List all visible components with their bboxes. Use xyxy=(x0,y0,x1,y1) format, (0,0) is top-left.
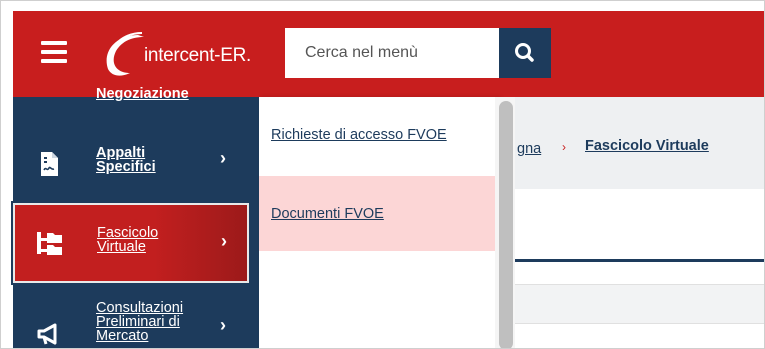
hamburger-menu-icon[interactable] xyxy=(41,41,67,63)
megaphone-icon xyxy=(37,323,57,345)
breadcrumb-separator: › xyxy=(562,140,566,154)
sidebar-item-label: Fascicolo Virtuale xyxy=(97,226,158,255)
sidebar-item-label: Appalti Specifici xyxy=(96,146,156,175)
breadcrumb-link-current[interactable]: Fascicolo Virtuale xyxy=(585,138,709,154)
label-line: Virtuale xyxy=(97,239,146,255)
label-line: Mercato xyxy=(96,328,149,344)
sidebar-item-label: Negoziazione xyxy=(96,86,189,102)
sidebar-menu: Negoziazione Appalti Specifici › Fascico… xyxy=(13,87,259,348)
chevron-right-icon: › xyxy=(221,231,227,251)
menu-search-input[interactable] xyxy=(285,28,499,78)
chevron-right-icon: › xyxy=(220,315,226,335)
submenu-flyout: Richieste di accesso FVOE Documenti FVOE xyxy=(259,97,499,348)
sidebar-item-appalti-specifici[interactable]: Appalti Specifici › xyxy=(13,137,259,193)
submenu-item-richieste-accesso[interactable]: Richieste di accesso FVOE xyxy=(259,127,495,157)
folder-tree-icon xyxy=(37,232,62,255)
document-signature-icon xyxy=(41,152,58,176)
sidebar-item-negoziazione[interactable]: Negoziazione xyxy=(13,83,259,105)
submenu-scrollbar-thumb[interactable] xyxy=(499,101,513,348)
search-button[interactable] xyxy=(499,28,551,78)
submenu-item-documenti-fvoe[interactable]: Documenti FVOE xyxy=(259,176,495,251)
intercent-er-logo[interactable]: intercent-ER. xyxy=(98,29,278,79)
sidebar-item-label: Consultazioni Preliminari di Mercato xyxy=(96,301,183,344)
logo-text: intercent-ER. xyxy=(144,45,251,66)
sidebar-item-fascicolo-virtuale[interactable]: Fascicolo Virtuale › xyxy=(13,203,249,283)
breadcrumb-link-previous[interactable]: gna xyxy=(517,141,541,157)
chevron-right-icon: › xyxy=(220,148,226,168)
label-line: Specifici xyxy=(96,159,156,175)
search-icon xyxy=(515,43,534,62)
sidebar-item-consultazioni[interactable]: Consultazioni Preliminari di Mercato › xyxy=(13,297,259,348)
submenu-item-label: Documenti FVOE xyxy=(271,206,384,222)
app-frame: gna › Fascicolo Virtuale intercent-ER. N… xyxy=(0,0,765,349)
